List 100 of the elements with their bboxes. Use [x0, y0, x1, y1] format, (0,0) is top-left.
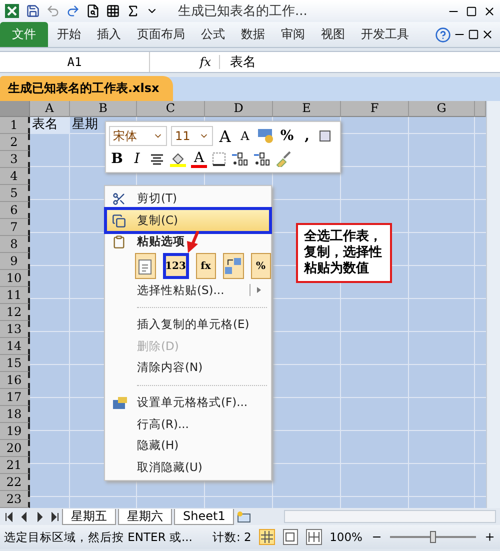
row-header[interactable]: 5	[0, 185, 30, 202]
grow-font-button[interactable]: A	[217, 126, 233, 146]
border-icon[interactable]	[211, 151, 227, 168]
close-icon[interactable]	[481, 28, 494, 41]
row-header[interactable]: 11	[0, 287, 30, 304]
italic-button[interactable]: I	[129, 151, 145, 168]
row-header[interactable]: 22	[0, 474, 30, 491]
number-format-button[interactable]: %	[279, 128, 295, 144]
restore-icon[interactable]	[468, 29, 479, 40]
row-header[interactable]: 18	[0, 406, 30, 423]
menu-item[interactable]: 行高(R)...	[107, 413, 269, 435]
document-icon	[137, 257, 154, 276]
column-header[interactable]: C	[137, 101, 205, 117]
row-header[interactable]: 20	[0, 440, 30, 457]
maximize-icon[interactable]	[466, 6, 477, 16]
undo-icon[interactable]	[46, 4, 60, 18]
row-header[interactable]: 7	[0, 219, 30, 236]
menu-item[interactable]: 取消隐藏(U)	[107, 456, 269, 478]
sheet-navigation-icon[interactable]	[4, 512, 60, 522]
zoom-thumb[interactable]	[430, 531, 436, 543]
row-header[interactable]: 19	[0, 423, 30, 440]
name-box[interactable]: A1	[0, 52, 150, 72]
bold-button[interactable]: B	[109, 151, 125, 168]
font-size-field[interactable]: 11	[171, 126, 213, 146]
help-icon[interactable]	[435, 26, 451, 42]
column-header[interactable]: A	[30, 101, 70, 117]
column-header[interactable]: E	[273, 101, 341, 117]
paste-formulas-button[interactable]: fx	[196, 253, 216, 280]
row-header[interactable]: 13	[0, 321, 30, 338]
horizontal-scrollbar[interactable]	[284, 510, 496, 523]
row-header[interactable]: 2	[0, 134, 30, 151]
row-header[interactable]: 23	[0, 491, 30, 508]
close-icon[interactable]	[483, 4, 496, 18]
save-icon[interactable]	[26, 4, 40, 18]
shrink-font-button[interactable]: A	[237, 129, 253, 144]
table-cell: 表名	[30, 117, 70, 134]
paste-formatting-button[interactable]: %	[250, 253, 271, 280]
row-header[interactable]: 6	[0, 202, 30, 219]
menu-item[interactable]: 隐藏(H)	[107, 434, 269, 456]
ribbon-tab[interactable]: 视图	[314, 22, 352, 47]
ribbon-tab[interactable]: 开发工具	[354, 22, 416, 47]
menu-item[interactable]: 复制(C)	[107, 210, 269, 232]
ribbon-tab[interactable]: 审阅	[274, 22, 312, 47]
page-break-button[interactable]	[306, 529, 322, 545]
row-header[interactable]: 4	[0, 168, 30, 185]
zoom-level[interactable]: 100%	[330, 530, 362, 544]
column-header[interactable]: G	[409, 101, 475, 117]
row-header[interactable]: 14	[0, 338, 30, 355]
ribbon-tab[interactable]: 数据	[234, 22, 272, 47]
column-header[interactable]: D	[205, 101, 273, 117]
align-center-icon[interactable]	[149, 152, 165, 166]
row-header[interactable]: 9	[0, 253, 30, 270]
number-format-button[interactable]: ,	[299, 128, 315, 144]
excel-logo-icon[interactable]	[4, 3, 20, 19]
menu-item[interactable]: 剪切(T)	[107, 188, 269, 210]
paste-values-button[interactable]: 123	[162, 253, 188, 280]
sheet-tab[interactable]: Sheet1	[174, 508, 234, 524]
print-preview-icon[interactable]	[86, 4, 100, 18]
workbook-tab[interactable]: 生成已知表名的工作表.xlsx	[0, 76, 174, 101]
menu-item[interactable]: 设置单元格格式(F)...	[107, 392, 269, 414]
file-tab[interactable]: 文件	[0, 22, 48, 47]
sheet-tab[interactable]: 星期六	[118, 508, 172, 524]
scissors-icon	[112, 192, 126, 206]
formula-field[interactable]: 表名	[220, 52, 500, 72]
menu-item[interactable]: 插入复制的单元格(E)	[107, 314, 269, 336]
vertical-scrollbar[interactable]	[486, 101, 500, 508]
callout-text: 全选工作表，复制，选择性粘贴为数值	[296, 223, 392, 283]
row-header[interactable]: 21	[0, 457, 30, 474]
row-header[interactable]: 12	[0, 304, 30, 321]
paste-icon[interactable]	[135, 253, 156, 280]
row-header[interactable]: 10	[0, 270, 30, 287]
row-header[interactable]: 3	[0, 151, 30, 168]
row-header[interactable]: 15	[0, 355, 30, 372]
font-color-button[interactable]: A	[191, 150, 207, 168]
sheet-tab[interactable]: 星期五	[62, 508, 116, 524]
row-header[interactable]: 17	[0, 389, 30, 406]
column-header[interactable]: F	[341, 101, 409, 117]
row-header[interactable]: 16	[0, 372, 30, 389]
insert-function-button[interactable]: fx	[150, 55, 220, 69]
normal-view-button[interactable]	[259, 529, 275, 545]
fill-color-icon[interactable]	[169, 151, 187, 168]
ribbon-tab[interactable]: 公式	[194, 22, 232, 47]
new-sheet-icon[interactable]	[236, 510, 252, 522]
zoom-in-icon[interactable]	[484, 531, 496, 543]
row-header[interactable]: 1	[0, 117, 30, 134]
ribbon-tab[interactable]: 插入	[90, 22, 128, 47]
page-layout-button[interactable]	[282, 529, 298, 545]
ribbon-tab[interactable]: 页面布局	[130, 22, 192, 47]
menu-item[interactable]: 清除内容(N)	[107, 357, 269, 379]
decrease-decimal-icon[interactable]	[253, 151, 271, 168]
redo-icon[interactable]	[66, 4, 80, 18]
menu-item[interactable]: 选择性粘贴(S)...	[107, 280, 269, 302]
row-header[interactable]: 8	[0, 236, 30, 253]
font-field[interactable]: 宋体	[109, 126, 167, 146]
column-header[interactable]: B	[70, 101, 137, 117]
menu-section-title: 粘贴选项	[137, 234, 185, 250]
sum-icon[interactable]	[126, 4, 140, 18]
increase-decimal-icon[interactable]	[231, 151, 249, 168]
brush-icon[interactable]	[275, 151, 293, 168]
ribbon-tab[interactable]: 开始	[50, 22, 88, 47]
